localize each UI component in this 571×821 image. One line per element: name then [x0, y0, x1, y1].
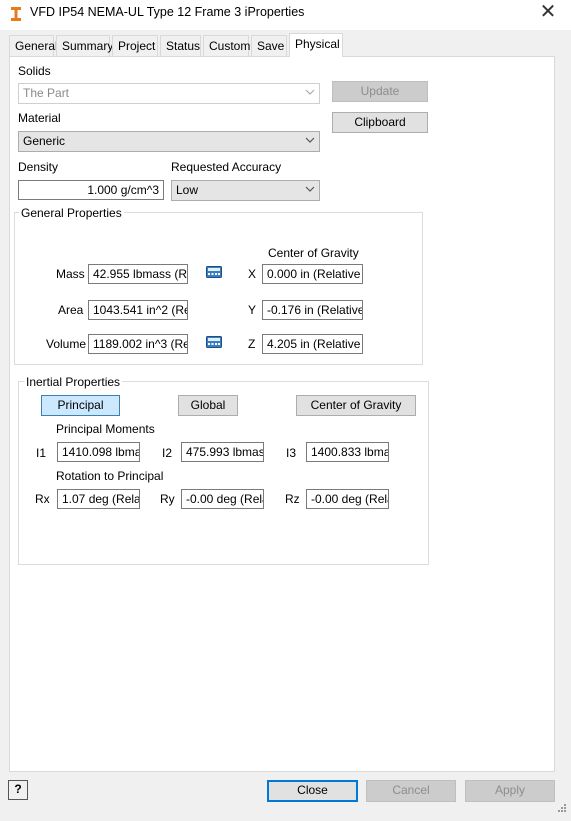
center-of-gravity-title: Center of Gravity [268, 246, 359, 260]
mass-label: Mass [56, 267, 85, 281]
tab-save[interactable]: Save [251, 35, 287, 56]
accuracy-label: Requested Accuracy [171, 160, 282, 174]
mass-field[interactable]: 42.955 lbmass (Rel [88, 264, 188, 284]
i1-label: I1 [36, 446, 47, 460]
cog-x-label: X [248, 267, 257, 281]
tab-summary[interactable]: Summary [56, 35, 113, 56]
area-field[interactable]: 1043.541 in^2 (Rel [88, 300, 188, 320]
accuracy-value: Low [176, 183, 199, 197]
ry-label: Ry [160, 492, 175, 506]
tab-general[interactable]: General [9, 35, 58, 56]
solids-select[interactable]: The Part [18, 83, 320, 104]
i2-label: I2 [162, 446, 173, 460]
update-button[interactable]: Update [332, 81, 428, 102]
density-input[interactable]: 1.000 g/cm^3 [18, 180, 164, 200]
i1-field[interactable]: 1410.098 lbmas [57, 442, 140, 462]
calculator-icon[interactable] [206, 336, 222, 348]
rz-label: Rz [285, 492, 300, 506]
i3-label: I3 [286, 446, 297, 460]
clipboard-button[interactable]: Clipboard [332, 112, 428, 133]
accuracy-select[interactable]: Low [171, 180, 320, 201]
tab-physical[interactable]: Physical [289, 33, 343, 57]
cog-y-field[interactable]: -0.176 in (Relative [262, 300, 363, 320]
volume-field[interactable]: 1189.002 in^3 (Rel [88, 334, 188, 354]
calculator-icon[interactable] [206, 266, 222, 278]
cancel-button[interactable]: Cancel [366, 780, 456, 802]
solids-value: The Part [23, 86, 70, 100]
density-label: Density [18, 160, 59, 174]
inventor-app-icon [11, 7, 21, 21]
tab-custom[interactable]: Custom [203, 35, 250, 56]
material-label: Material [18, 111, 61, 125]
tab-project[interactable]: Project [112, 35, 158, 56]
volume-label: Volume [46, 337, 87, 351]
cog-x-field[interactable]: 0.000 in (Relative E [262, 264, 363, 284]
resize-grip-icon[interactable] [555, 803, 567, 815]
cog-y-label: Y [248, 303, 257, 317]
chevron-down-icon [305, 89, 315, 95]
material-value: Generic [23, 134, 66, 148]
apply-button[interactable]: Apply [465, 780, 555, 802]
solids-label: Solids [18, 64, 51, 78]
title-bar: VFD IP54 NEMA-UL Type 12 Frame 3 iProper… [0, 0, 571, 30]
window-title: VFD IP54 NEMA-UL Type 12 Frame 3 iProper… [30, 5, 305, 19]
close-icon[interactable]: ✕ [533, 0, 563, 26]
tab-status[interactable]: Status [160, 35, 201, 56]
cog-z-label: Z [248, 337, 256, 351]
chevron-down-icon [305, 186, 315, 192]
i3-field[interactable]: 1400.833 lbmas [306, 442, 389, 462]
help-icon[interactable]: ? [8, 780, 28, 800]
chevron-down-icon [305, 137, 315, 143]
principal-moments-title: Principal Moments [56, 422, 155, 436]
close-button[interactable]: Close [267, 780, 358, 802]
ry-field[interactable]: -0.00 deg (Rela [181, 489, 264, 509]
inertial-properties-title: Inertial Properties [24, 375, 123, 389]
rx-field[interactable]: 1.07 deg (Relat [57, 489, 140, 509]
cog-z-field[interactable]: 4.205 in (Relative E [262, 334, 363, 354]
area-label: Area [58, 303, 84, 317]
general-properties-title: General Properties [19, 206, 124, 220]
rz-field[interactable]: -0.00 deg (Rela [306, 489, 389, 509]
rx-label: Rx [35, 492, 50, 506]
principal-button[interactable]: Principal [41, 395, 120, 416]
material-select[interactable]: Generic [18, 131, 320, 152]
i2-field[interactable]: 475.993 lbmass [181, 442, 264, 462]
center-of-gravity-button[interactable]: Center of Gravity [296, 395, 416, 416]
global-button[interactable]: Global [178, 395, 238, 416]
rotation-title: Rotation to Principal [56, 469, 164, 483]
